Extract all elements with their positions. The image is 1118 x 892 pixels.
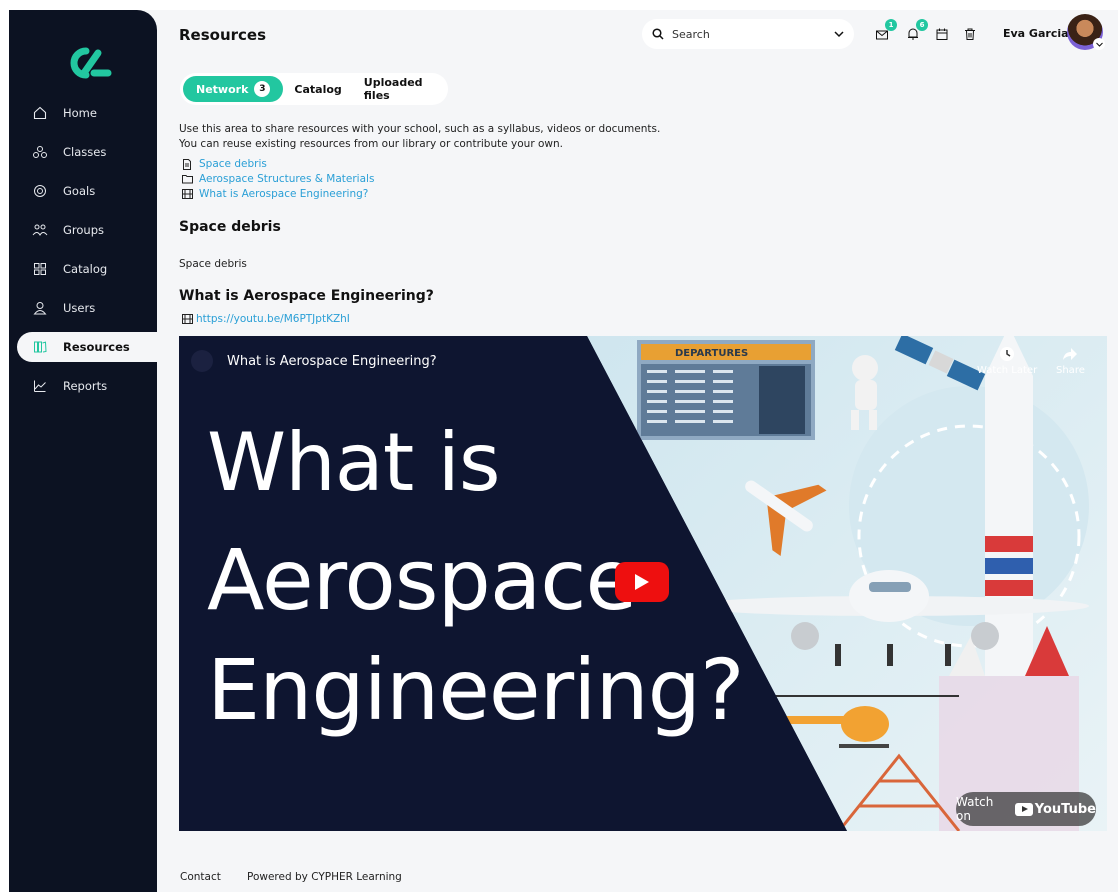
watch-later-button[interactable]: Watch Later: [977, 346, 1037, 376]
tab-label: Network: [196, 82, 249, 96]
film-icon: [182, 189, 193, 200]
sidebar-item-classes[interactable]: Classes: [17, 137, 157, 167]
watch-on-label: Watch on: [956, 795, 994, 823]
reports-icon: [31, 377, 49, 395]
sidebar-item-label: Resources: [63, 340, 130, 354]
play-button[interactable]: [615, 562, 669, 602]
search-input[interactable]: Search: [642, 19, 854, 49]
video-url-label: https://youtu.be/M6PTJptKZhI: [196, 313, 350, 325]
chevron-down-icon[interactable]: [834, 30, 844, 38]
messages-badge: 1: [885, 19, 897, 31]
youtube-label: YouTube: [1034, 801, 1096, 817]
sidebar-item-label: Home: [63, 106, 97, 120]
sidebar-item-resources[interactable]: Resources: [17, 332, 157, 362]
resources-icon: [31, 338, 49, 356]
groups-icon: [31, 221, 49, 239]
sidebar-item-goals[interactable]: Goals: [17, 176, 157, 206]
sidebar-item-label: Users: [63, 301, 96, 315]
calendar-icon: [936, 28, 948, 40]
share-icon: [1063, 348, 1078, 360]
sidebar-item-catalog[interactable]: Catalog: [17, 254, 157, 284]
logo-icon[interactable]: [64, 43, 114, 83]
sidebar: Home Classes Goals Groups Catalog Users: [9, 10, 157, 892]
tab-count-badge: 3: [254, 81, 271, 97]
film-icon: [182, 313, 193, 325]
sidebar-item-home[interactable]: Home: [17, 98, 157, 128]
thumbnail-text-line: What is: [207, 416, 501, 509]
messages-button[interactable]: 1: [873, 19, 897, 43]
home-icon: [31, 104, 49, 122]
intro-text: Use this area to share resources with yo…: [179, 122, 660, 152]
footer-powered-by[interactable]: Powered by CYPHER Learning: [247, 871, 402, 883]
avatar-menu-icon[interactable]: [1093, 38, 1105, 50]
intro-line: Use this area to share resources with yo…: [179, 123, 661, 135]
trash-icon: [965, 28, 975, 40]
watch-on-youtube-button[interactable]: Watch on YouTube: [956, 792, 1096, 826]
sidebar-item-label: Catalog: [63, 262, 108, 276]
resource-link-label: What is Aerospace Engineering?: [199, 188, 369, 200]
clock-icon: [1000, 347, 1015, 361]
channel-icon[interactable]: [191, 350, 213, 372]
share-label: Share: [1056, 365, 1085, 376]
folder-icon: [182, 174, 193, 185]
tab-label: Catalog: [294, 82, 342, 96]
youtube-logo-icon: YouTube: [1014, 801, 1096, 817]
video-title[interactable]: What is Aerospace Engineering?: [227, 354, 437, 369]
tab-label: Uploaded files: [363, 76, 423, 102]
video-section-title: What is Aerospace Engineering?: [179, 288, 434, 304]
users-icon: [31, 299, 49, 317]
resource-link-label: Space debris: [199, 158, 267, 170]
space-debris-body: Space debris: [179, 258, 247, 270]
catalog-icon: [31, 260, 49, 278]
classes-icon: [31, 143, 49, 161]
tab-uploaded-files[interactable]: Uploaded files: [353, 76, 445, 102]
resource-link-aerospace-engineering[interactable]: What is Aerospace Engineering?: [182, 188, 368, 200]
sidebar-item-groups[interactable]: Groups: [17, 215, 157, 245]
tab-catalog[interactable]: Catalog: [283, 76, 352, 102]
thumbnail-text-line: Engineering?: [207, 641, 745, 739]
search-label: Search: [672, 27, 710, 41]
sidebar-item-label: Groups: [63, 223, 105, 237]
goals-icon: [31, 182, 49, 200]
video-title-bar: What is Aerospace Engineering?: [191, 350, 437, 372]
resource-link-label: Aerospace Structures & Materials: [199, 173, 375, 185]
play-icon: [635, 574, 649, 590]
sidebar-item-label: Goals: [63, 184, 96, 198]
resource-link-aerospace-structures[interactable]: Aerospace Structures & Materials: [182, 173, 374, 185]
trash-button[interactable]: [961, 25, 979, 43]
intro-line: You can reuse existing resources from ou…: [179, 138, 563, 150]
calendar-button[interactable]: [933, 25, 951, 43]
thumbnail-text-line: Aerospace: [207, 531, 637, 629]
video-url-link[interactable]: https://youtu.be/M6PTJptKZhI: [182, 313, 350, 325]
notifications-button[interactable]: 6: [904, 19, 928, 43]
departures-board-label: DEPARTURES: [675, 348, 748, 359]
page-title: Resources: [179, 26, 267, 44]
resource-link-space-debris[interactable]: Space debris: [182, 158, 267, 170]
video-player[interactable]: DEPARTURES What is Aerospace Engineering…: [179, 336, 1107, 831]
watch-later-label: Watch Later: [977, 365, 1038, 376]
user-name[interactable]: Eva Garcia: [1003, 27, 1069, 40]
footer-contact-link[interactable]: Contact: [180, 871, 221, 883]
alerts-badge: 6: [916, 19, 928, 31]
sidebar-item-label: Classes: [63, 145, 107, 159]
space-debris-title: Space debris: [179, 219, 281, 235]
sidebar-item-users[interactable]: Users: [17, 293, 157, 323]
tab-network[interactable]: Network 3: [183, 76, 284, 102]
document-icon: [182, 158, 193, 170]
search-icon: [652, 28, 664, 40]
resource-tabs: Network 3 Catalog Uploaded files: [180, 73, 448, 105]
share-button[interactable]: Share: [1056, 346, 1085, 376]
sidebar-item-reports[interactable]: Reports: [17, 371, 157, 401]
sidebar-item-label: Reports: [63, 379, 108, 393]
